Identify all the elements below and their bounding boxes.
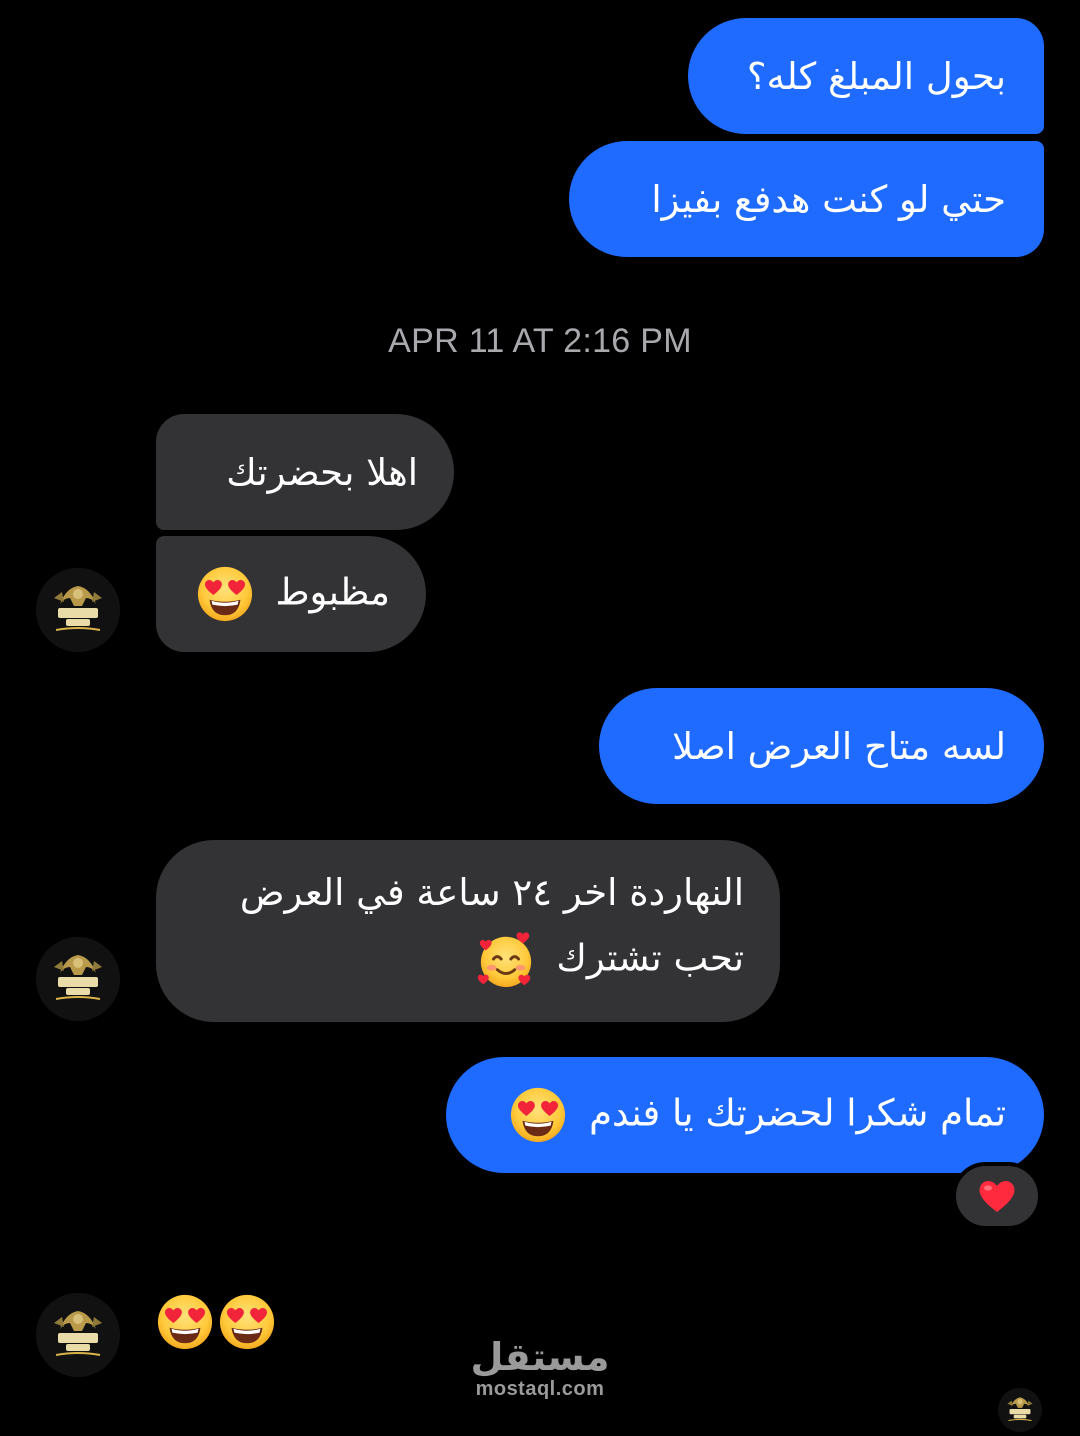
gym-logo-icon (998, 1388, 1042, 1432)
message-bubble-incoming[interactable]: اهلا بحضرتك (156, 414, 454, 530)
heart-eyes-emoji-icon (509, 1086, 567, 1144)
message-bubble-outgoing[interactable]: لسه متاح العرض اصلا (599, 688, 1044, 804)
message-text: تمام شكرا لحضرتك يا فندم (589, 1091, 1006, 1135)
message-text: لسه متاح العرض اصلا (672, 724, 1006, 768)
watermark-latin: mostaql.com (475, 1378, 605, 1400)
red-heart-icon (977, 1178, 1017, 1214)
emoji-only-message[interactable] (156, 1293, 276, 1351)
gym-logo-icon (36, 937, 120, 1021)
message-text: بحول المبلغ كله؟ (746, 54, 1006, 98)
message-text-line: تحب تشترك (556, 936, 744, 979)
message-text-line: النهاردة اخر ٢٤ ساعة في العرض (239, 870, 744, 914)
message-text: اهلا بحضرتك (226, 450, 418, 494)
read-receipt-avatar (998, 1388, 1042, 1432)
contact-avatar[interactable] (36, 937, 120, 1021)
message-text: حتي لو كنت هدفع بفيزا (651, 177, 1006, 221)
heart-eyes-emoji-icon (218, 1293, 276, 1351)
heart-eyes-emoji-icon (196, 565, 254, 623)
gym-logo-icon (36, 568, 120, 652)
gym-logo-icon (36, 1293, 120, 1377)
contact-avatar[interactable] (36, 1293, 120, 1377)
message-bubble-incoming[interactable]: مظبوط (156, 536, 426, 652)
message-reaction[interactable] (952, 1162, 1042, 1230)
watermark: مستقل mostaql.com (460, 1338, 620, 1401)
message-bubble-outgoing[interactable]: حتي لو كنت هدفع بفيزا (569, 141, 1044, 257)
message-bubble-incoming[interactable]: النهاردة اخر ٢٤ ساعة في العرض تحب تشترك (156, 840, 780, 1022)
message-bubble-outgoing[interactable]: تمام شكرا لحضرتك يا فندم (446, 1057, 1044, 1173)
watermark-arabic: مستقل (470, 1335, 610, 1379)
message-bubble-outgoing[interactable]: بحول المبلغ كله؟ (688, 18, 1044, 134)
chat-timestamp: APR 11 AT 2:16 PM (388, 322, 692, 360)
heart-eyes-emoji-icon (156, 1293, 214, 1351)
smiling-face-with-hearts-emoji-icon (477, 931, 535, 989)
contact-avatar[interactable] (36, 568, 120, 652)
message-text: مظبوط (275, 570, 390, 614)
